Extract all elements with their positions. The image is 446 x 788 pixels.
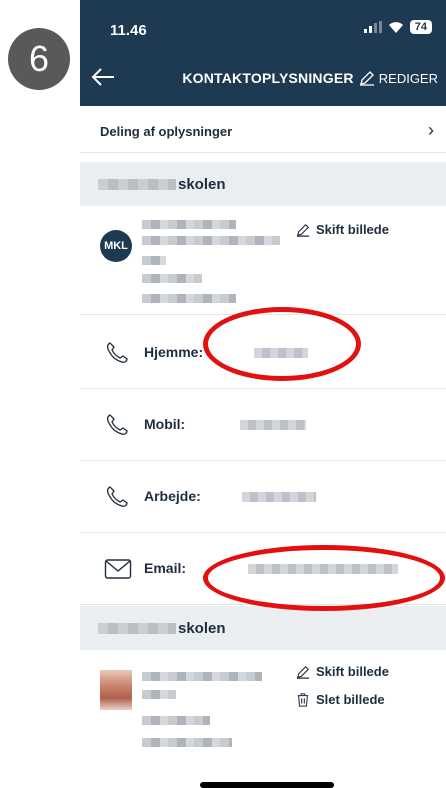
avatar: MKL: [100, 230, 132, 262]
blurred-phone: [240, 420, 306, 430]
blurred-text: [142, 690, 176, 699]
highlight-ellipse-home: [203, 307, 361, 381]
trash-icon: [297, 692, 309, 707]
top-bar: 11.46 74 KONTAKTOPLYSNINGER REDIGER: [80, 0, 446, 106]
school-section-1: skolen: [80, 162, 446, 206]
battery-icon: 74: [409, 20, 432, 34]
change-photo-button[interactable]: Skift billede: [296, 222, 389, 237]
contact-row-mobile[interactable]: Mobil:: [80, 388, 446, 461]
chevron-right-icon: ›: [428, 120, 434, 140]
pencil-icon: [359, 71, 374, 86]
blurred-text: [142, 716, 210, 725]
blurred-school-name: [98, 179, 176, 190]
blurred-text: [142, 294, 236, 303]
pencil-icon: [296, 665, 310, 679]
sharing-link[interactable]: Deling af oplysninger ›: [80, 112, 446, 153]
school-section-2: skolen: [80, 606, 446, 650]
blurred-address: [142, 236, 280, 245]
school-suffix: skolen: [178, 176, 226, 193]
wifi-icon: [388, 22, 403, 33]
delete-photo-button[interactable]: Slet billede: [296, 692, 385, 707]
step-badge: 6: [8, 28, 70, 90]
profile-card-1: MKL Skift billede: [80, 208, 446, 315]
blurred-name: [142, 220, 236, 229]
highlight-ellipse-email: [203, 545, 445, 611]
signal-icon: [363, 21, 382, 33]
phone-screen: 11.46 74 KONTAKTOPLYSNINGER REDIGER Deli…: [80, 0, 446, 788]
phone-icon: [106, 342, 128, 363]
contact-label: Hjemme:: [144, 344, 204, 360]
blurred-text: [142, 738, 232, 747]
phone-icon: [106, 414, 128, 435]
mail-icon: [104, 559, 132, 579]
contact-label: Mobil:: [144, 416, 186, 432]
blurred-text: [142, 256, 166, 265]
contact-label: Email:: [144, 560, 187, 576]
contact-label: Arbejde:: [144, 488, 201, 504]
blurred-phone: [242, 492, 316, 502]
edit-button[interactable]: REDIGER: [359, 70, 438, 86]
home-indicator: [200, 782, 334, 788]
profile-photo: [100, 670, 132, 710]
change-photo-label: Skift billede: [316, 222, 389, 237]
pencil-icon: [296, 223, 310, 237]
status-icons: 74: [363, 20, 432, 34]
blurred-text: [142, 274, 202, 283]
delete-photo-label: Slet billede: [316, 692, 385, 707]
contact-row-work[interactable]: Arbejde:: [80, 460, 446, 533]
change-photo-label: Skift billede: [316, 664, 389, 679]
blurred-school-name: [98, 623, 176, 634]
school-suffix: skolen: [178, 620, 226, 637]
status-time: 11.46: [110, 22, 147, 39]
edit-label: REDIGER: [378, 70, 438, 86]
blurred-name: [142, 672, 262, 681]
change-photo-button[interactable]: Skift billede: [296, 664, 389, 679]
sharing-link-label: Deling af oplysninger: [100, 124, 233, 139]
phone-icon: [106, 486, 128, 507]
